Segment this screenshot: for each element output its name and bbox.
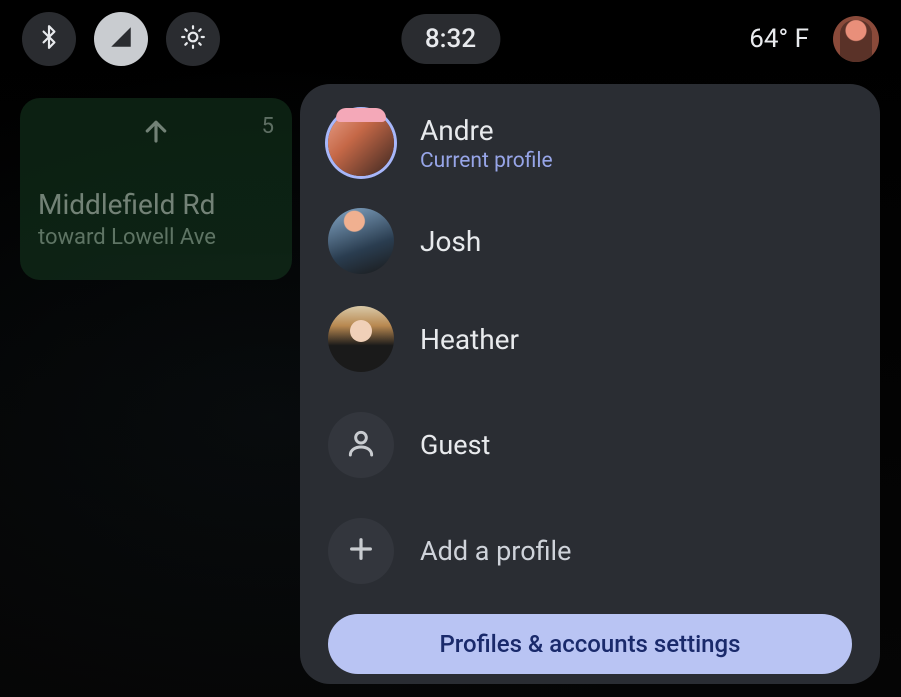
nav-distance: 5 bbox=[262, 114, 274, 139]
status-left bbox=[22, 12, 220, 66]
profile-item-andre[interactable]: Andre Current profile bbox=[328, 94, 852, 192]
profile-item-josh[interactable]: Josh bbox=[328, 192, 852, 290]
profile-text-andre: Andre Current profile bbox=[420, 114, 553, 173]
brightness-icon bbox=[180, 24, 206, 54]
profiles-settings-button[interactable]: Profiles & accounts settings bbox=[328, 614, 852, 674]
temperature: 64° F bbox=[749, 24, 809, 54]
profile-switcher-panel: Andre Current profile Josh Heather Guest bbox=[300, 84, 880, 684]
clock-time: 8:32 bbox=[425, 24, 476, 54]
status-bar: 8:32 64° F bbox=[0, 0, 901, 78]
add-profile-avatar bbox=[328, 518, 394, 584]
clock-pill[interactable]: 8:32 bbox=[401, 14, 500, 64]
add-profile-item[interactable]: Add a profile bbox=[328, 502, 852, 600]
nav-toward: toward Lowell Ave bbox=[38, 225, 274, 250]
current-user-avatar[interactable] bbox=[833, 16, 879, 62]
avatar-heather bbox=[328, 306, 394, 372]
cell-signal-button[interactable] bbox=[94, 12, 148, 66]
nav-road-name: Middlefield Rd bbox=[38, 188, 274, 221]
bluetooth-button[interactable] bbox=[22, 12, 76, 66]
profile-name-label: Heather bbox=[420, 323, 519, 356]
nav-arrow-up-icon bbox=[38, 116, 274, 150]
cell-signal-icon bbox=[108, 24, 134, 54]
add-profile-label: Add a profile bbox=[420, 535, 571, 567]
status-right: 64° F bbox=[749, 16, 879, 62]
divider-space bbox=[328, 494, 852, 502]
guest-label: Guest bbox=[420, 429, 490, 461]
divider-space bbox=[328, 388, 852, 396]
profile-name-label: Josh bbox=[420, 225, 481, 258]
brightness-button[interactable] bbox=[166, 12, 220, 66]
avatar-josh bbox=[328, 208, 394, 274]
profile-item-guest[interactable]: Guest bbox=[328, 396, 852, 494]
profile-item-heather[interactable]: Heather bbox=[328, 290, 852, 388]
profile-text-heather: Heather bbox=[420, 323, 519, 356]
profile-text-josh: Josh bbox=[420, 225, 481, 258]
avatar-andre bbox=[328, 110, 394, 176]
avatar-graphic bbox=[840, 20, 872, 62]
plus-icon bbox=[345, 533, 377, 569]
guest-avatar bbox=[328, 412, 394, 478]
person-icon bbox=[345, 427, 377, 463]
profile-name-label: Andre bbox=[420, 114, 553, 147]
bluetooth-icon bbox=[36, 24, 62, 54]
navigation-card[interactable]: 5 Middlefield Rd toward Lowell Ave bbox=[20, 98, 292, 280]
settings-button-label: Profiles & accounts settings bbox=[439, 630, 740, 658]
profile-current-label: Current profile bbox=[420, 149, 553, 173]
